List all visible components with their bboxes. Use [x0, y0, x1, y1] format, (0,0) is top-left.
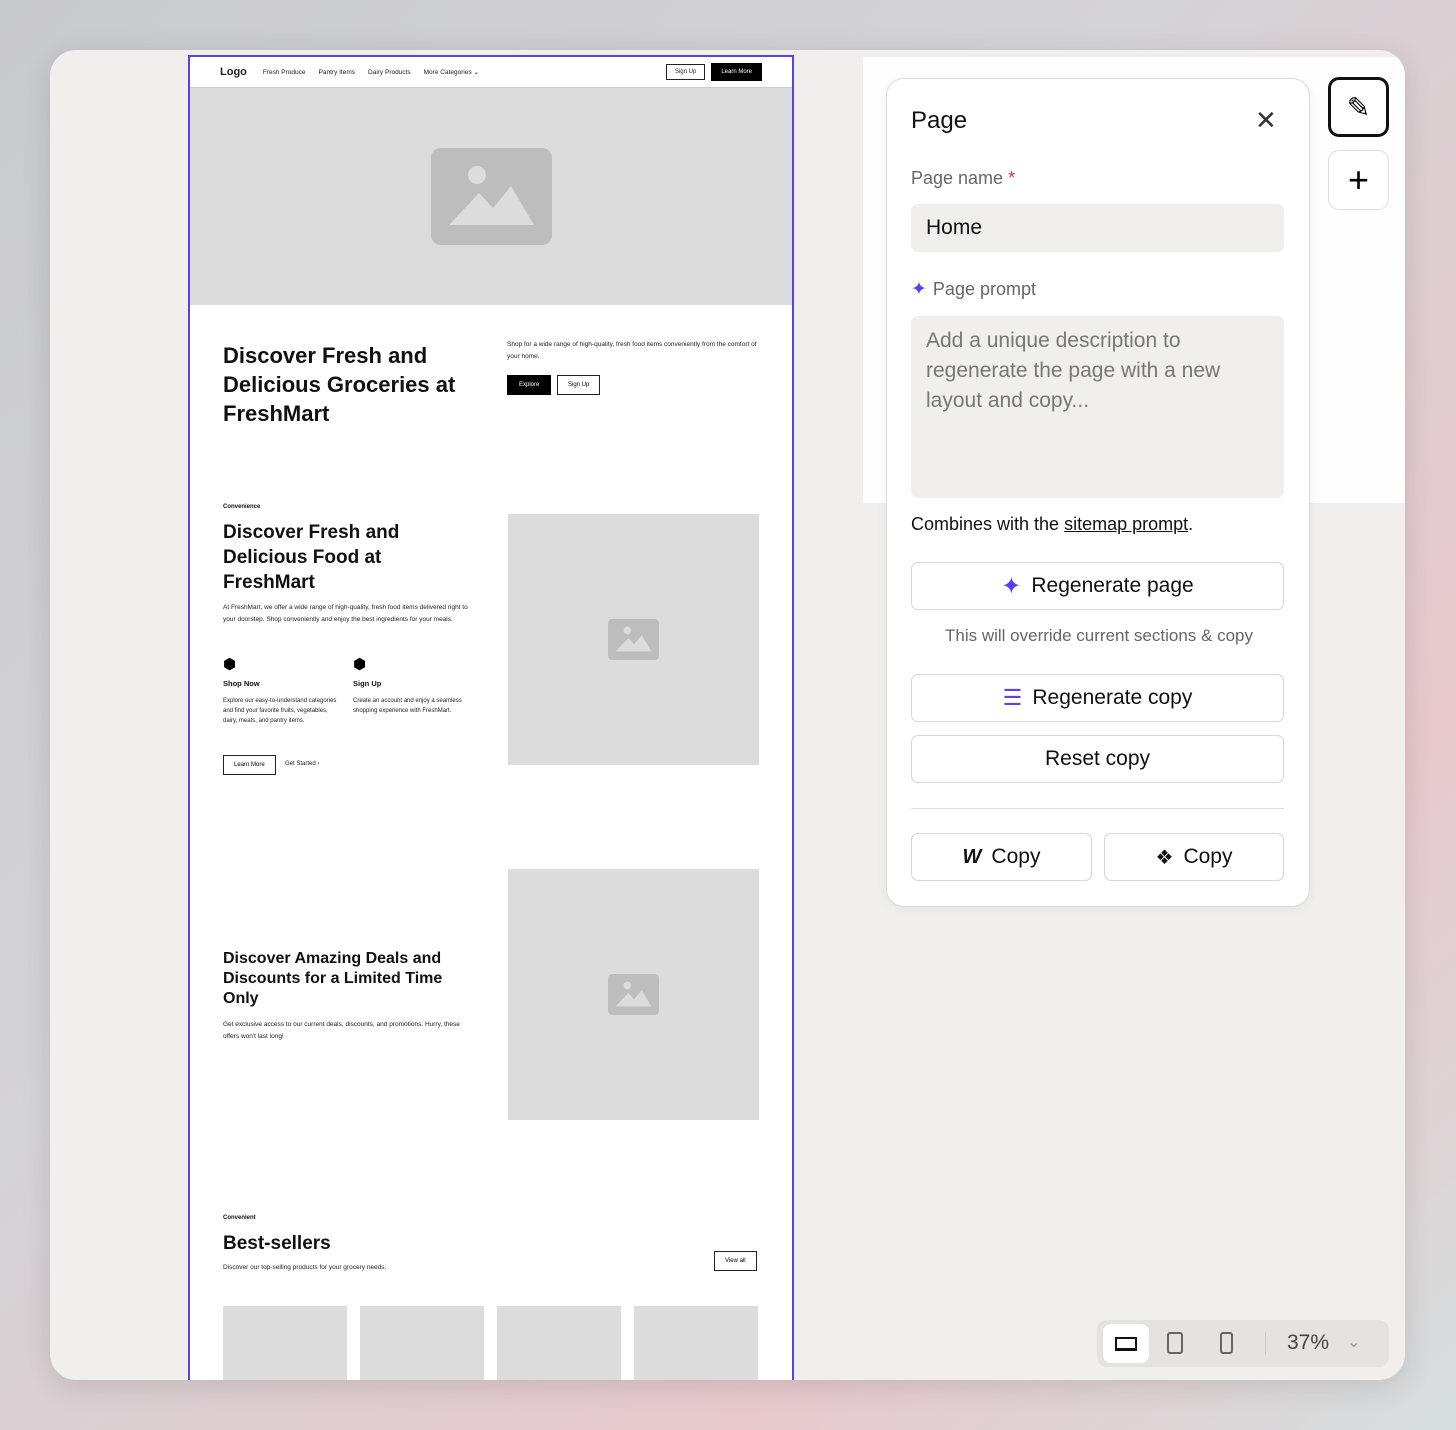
product-card-image[interactable]: [223, 1306, 347, 1380]
image-icon: [608, 619, 659, 660]
mobile-view-button[interactable]: [1220, 1332, 1233, 1354]
combines-note: Combines with the sitemap prompt.: [911, 514, 1193, 535]
tablet-view-button[interactable]: [1167, 1332, 1183, 1354]
divider: [1265, 1332, 1266, 1355]
hero-image-placeholder: [190, 88, 792, 305]
label-text: Page prompt: [933, 279, 1036, 300]
button-label: Copy: [991, 845, 1040, 869]
ai-edit-button[interactable]: ✎: [1328, 77, 1389, 137]
desktop-view-button[interactable]: [1103, 1324, 1149, 1363]
feature-image-placeholder: [508, 514, 759, 765]
page-prompt-label: ✦ Page prompt: [911, 278, 1036, 301]
cube-icon: ⬢: [223, 655, 343, 673]
feature-item-title: Sign Up: [353, 679, 468, 688]
button-label: Copy: [1183, 845, 1232, 869]
plus-icon: +: [1348, 162, 1369, 198]
button-label: Regenerate copy: [1032, 686, 1192, 710]
site-signup-button[interactable]: Sign Up: [666, 64, 705, 80]
panel-title: Page: [911, 107, 967, 135]
bestsellers-tag: Convenient: [223, 1215, 256, 1221]
required-marker: *: [1008, 168, 1015, 188]
label-text: Page name: [911, 168, 1003, 188]
device-toolbar: 37% ⌄: [1097, 1320, 1389, 1367]
get-started-link[interactable]: Get Started ›: [285, 759, 319, 771]
regenerate-page-button[interactable]: ✦ Regenerate page: [911, 562, 1284, 610]
product-card-image[interactable]: [497, 1306, 621, 1380]
view-all-button[interactable]: View all: [714, 1251, 757, 1271]
page-name-label: Page name *: [911, 168, 1015, 189]
get-started-label: Get Started: [285, 761, 316, 767]
feature-item: ⬢ Shop Now Explore our easy-to-understan…: [223, 655, 343, 726]
product-card-image[interactable]: [360, 1306, 484, 1380]
note-text: .: [1188, 514, 1193, 534]
webflow-icon: W: [963, 846, 982, 869]
deals-text: Get exclusive access to our current deal…: [223, 1019, 468, 1042]
copy-figma-button[interactable]: ❖ Copy: [1104, 833, 1284, 881]
hero-text: Shop for a wide range of high-quality, f…: [507, 339, 757, 362]
nav-link-label: More Categories: [424, 69, 472, 76]
sparkle-icon: ✦: [911, 278, 927, 301]
page-preview-frame[interactable]: Logo Fresh Produce Pantry Items Dairy Pr…: [188, 55, 794, 1380]
feature-text: At FreshMart, we offer a wide range of h…: [223, 602, 468, 625]
chevron-down-icon: ⌄: [474, 69, 479, 76]
regenerate-copy-button[interactable]: ☰ Regenerate copy: [911, 674, 1284, 722]
app-window: Logo Fresh Produce Pantry Items Dairy Pr…: [50, 50, 1405, 1380]
nav-link[interactable]: Pantry Items: [319, 69, 355, 76]
divider: [911, 808, 1284, 809]
copy-webflow-button[interactable]: W Copy: [911, 833, 1092, 881]
magic-pencil-icon: ✎: [1347, 91, 1370, 124]
page-name-input[interactable]: Home: [911, 204, 1284, 252]
site-learn-more-button[interactable]: Learn More: [711, 63, 762, 81]
nav-link-more[interactable]: More Categories ⌄: [424, 68, 479, 76]
feature-item-text: Explore our easy-to-understand categorie…: [223, 696, 343, 726]
feature-item-text: Create an account and enjoy a seamless s…: [353, 696, 468, 716]
close-icon[interactable]: ✕: [1255, 107, 1277, 133]
override-note: This will override current sections & co…: [887, 626, 1311, 646]
feature-item: ⬢ Sign Up Create an account and enjoy a …: [353, 655, 468, 716]
figma-icon: ❖: [1156, 845, 1174, 870]
note-text: Combines with the: [911, 514, 1064, 534]
sitemap-prompt-link[interactable]: sitemap prompt: [1064, 514, 1188, 534]
site-nav: Logo Fresh Produce Pantry Items Dairy Pr…: [190, 57, 792, 88]
bestsellers-text: Discover our top-selling products for yo…: [223, 1262, 386, 1274]
feature-title: Discover Fresh and Delicious Food at Fre…: [223, 520, 423, 595]
reset-copy-button[interactable]: Reset copy: [911, 735, 1284, 783]
nav-link[interactable]: Fresh Produce: [263, 69, 306, 76]
add-button[interactable]: +: [1328, 150, 1389, 210]
product-card-image[interactable]: [634, 1306, 758, 1380]
feature-item-title: Shop Now: [223, 679, 343, 688]
feature-tag: Convenience: [223, 504, 260, 510]
button-label: Regenerate page: [1031, 574, 1193, 598]
page-settings-panel: Page ✕ Page name * Home ✦ Page prompt Add…: [886, 78, 1310, 907]
zoom-level[interactable]: 37%: [1287, 1331, 1329, 1355]
laptop-icon: [1115, 1337, 1137, 1351]
deals-title: Discover Amazing Deals and Discounts for…: [223, 949, 463, 1009]
chevron-down-icon[interactable]: ⌄: [1347, 1332, 1360, 1352]
site-logo[interactable]: Logo: [220, 66, 247, 78]
page-prompt-textarea[interactable]: Add a unique description to regenerate t…: [911, 316, 1284, 498]
bestsellers-title: Best-sellers: [223, 1231, 331, 1256]
button-label: Reset copy: [1045, 747, 1150, 771]
image-icon: [608, 974, 659, 1015]
nav-link[interactable]: Dairy Products: [368, 69, 411, 76]
hero-title: Discover Fresh and Delicious Groceries a…: [223, 341, 473, 428]
cube-icon: ⬢: [353, 655, 468, 673]
deals-image-placeholder: [508, 869, 759, 1120]
text-sparkle-icon: ☰: [1003, 685, 1023, 711]
hero-signup-button[interactable]: Sign Up: [557, 375, 600, 395]
image-icon: [431, 148, 552, 245]
feature-learn-more-button[interactable]: Learn More: [223, 755, 276, 775]
explore-button[interactable]: Explore: [507, 375, 551, 395]
sparkle-icon: ✦: [1001, 572, 1021, 601]
